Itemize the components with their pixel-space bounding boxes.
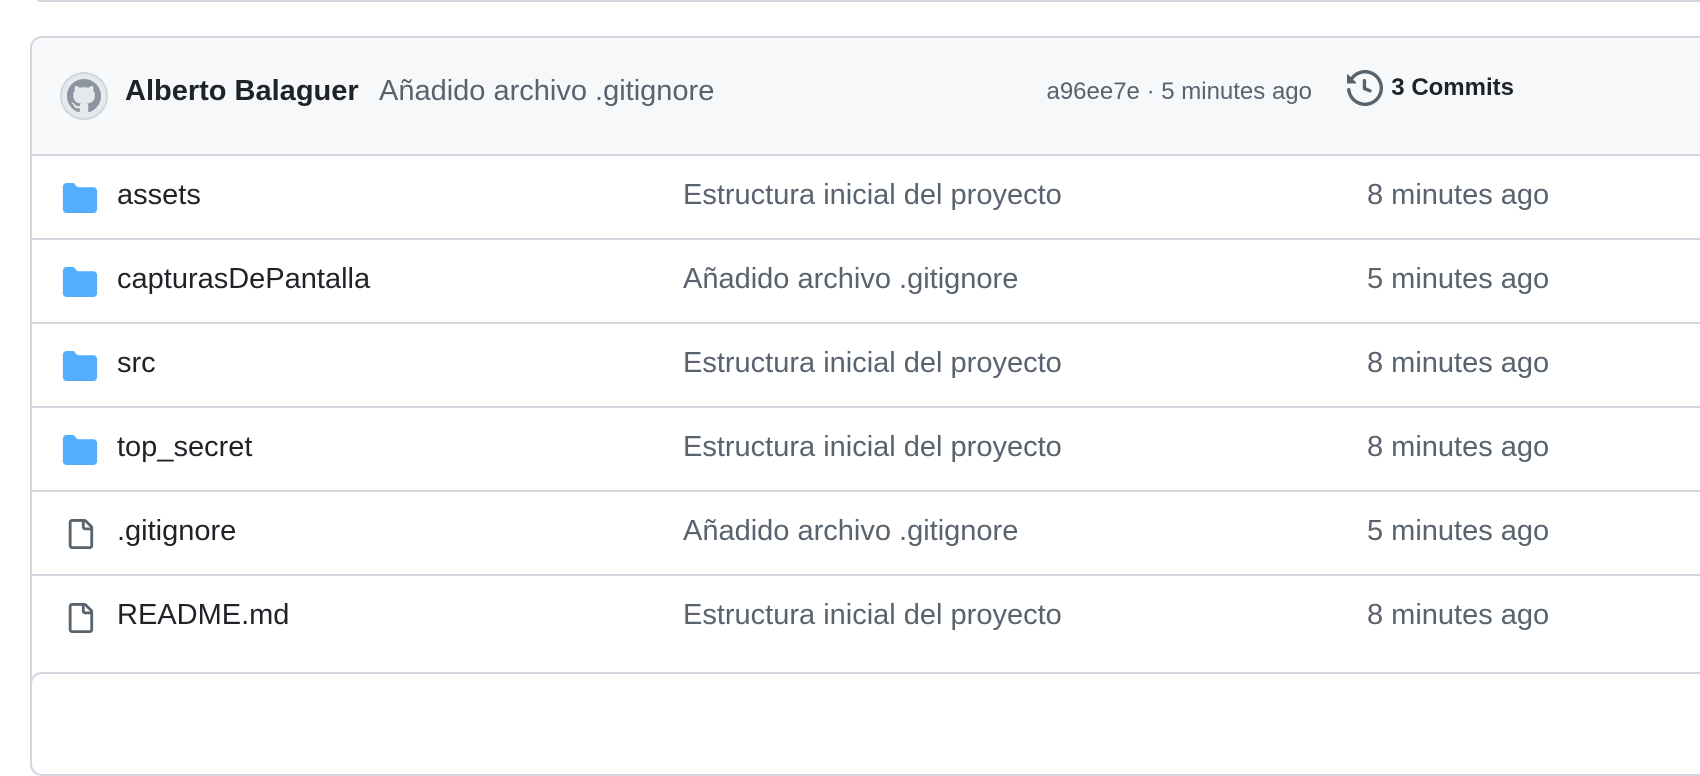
- file-row[interactable]: .gitignore Añadido archivo .gitignore 5 …: [32, 492, 1700, 576]
- folder-icon: [62, 180, 98, 216]
- file-commit-message[interactable]: Estructura inicial del proyecto: [683, 347, 1062, 380]
- file-browser: Alberto Balaguer Añadido archivo .gitign…: [30, 36, 1700, 694]
- file-row[interactable]: assets Estructura inicial del proyecto 8…: [32, 156, 1700, 240]
- commit-hash-time[interactable]: a96ee7e · 5 minutes ago: [1046, 78, 1312, 106]
- next-panel-edge: [30, 672, 1700, 776]
- file-name[interactable]: .gitignore: [117, 515, 236, 548]
- previous-panel-edge: [32, 0, 1700, 2]
- file-commit-time: 8 minutes ago: [1367, 179, 1550, 211]
- file-commit-time: 5 minutes ago: [1367, 263, 1550, 295]
- file-commit-message[interactable]: Estructura inicial del proyecto: [683, 599, 1062, 632]
- commit-message[interactable]: Añadido archivo .gitignore: [379, 75, 714, 108]
- file-row[interactable]: README.md Estructura inicial del proyect…: [32, 576, 1700, 658]
- github-avatar-icon: [67, 79, 101, 113]
- file-icon: [62, 516, 98, 552]
- file-name[interactable]: top_secret: [117, 431, 252, 464]
- folder-icon: [62, 348, 98, 384]
- file-name[interactable]: capturasDePantalla: [117, 263, 370, 296]
- file-row[interactable]: capturasDePantalla Añadido archivo .giti…: [32, 240, 1700, 324]
- file-commit-message[interactable]: Añadido archivo .gitignore: [683, 515, 1018, 548]
- file-commit-time: 8 minutes ago: [1367, 599, 1550, 631]
- file-name[interactable]: assets: [117, 179, 201, 212]
- file-commit-time: 8 minutes ago: [1367, 347, 1550, 379]
- file-commit-message[interactable]: Estructura inicial del proyecto: [683, 179, 1062, 212]
- file-list: assets Estructura inicial del proyecto 8…: [32, 156, 1700, 658]
- file-commit-message[interactable]: Añadido archivo .gitignore: [683, 263, 1018, 296]
- file-name[interactable]: src: [117, 347, 156, 380]
- file-commit-message[interactable]: Estructura inicial del proyecto: [683, 431, 1062, 464]
- author-avatar[interactable]: [60, 72, 108, 120]
- commits-count-label: 3 Commits: [1391, 74, 1514, 101]
- file-row[interactable]: top_secret Estructura inicial del proyec…: [32, 408, 1700, 492]
- file-row[interactable]: src Estructura inicial del proyecto 8 mi…: [32, 324, 1700, 408]
- folder-icon: [62, 264, 98, 300]
- file-icon: [62, 600, 98, 636]
- commit-author[interactable]: Alberto Balaguer: [125, 75, 359, 108]
- latest-commit-bar: Alberto Balaguer Añadido archivo .gitign…: [32, 38, 1700, 156]
- folder-icon: [62, 432, 98, 468]
- file-commit-time: 8 minutes ago: [1367, 431, 1550, 463]
- commits-history-link[interactable]: 3 Commits: [1347, 70, 1514, 106]
- file-name[interactable]: README.md: [117, 599, 289, 632]
- file-commit-time: 5 minutes ago: [1367, 515, 1550, 547]
- history-icon: [1347, 70, 1384, 106]
